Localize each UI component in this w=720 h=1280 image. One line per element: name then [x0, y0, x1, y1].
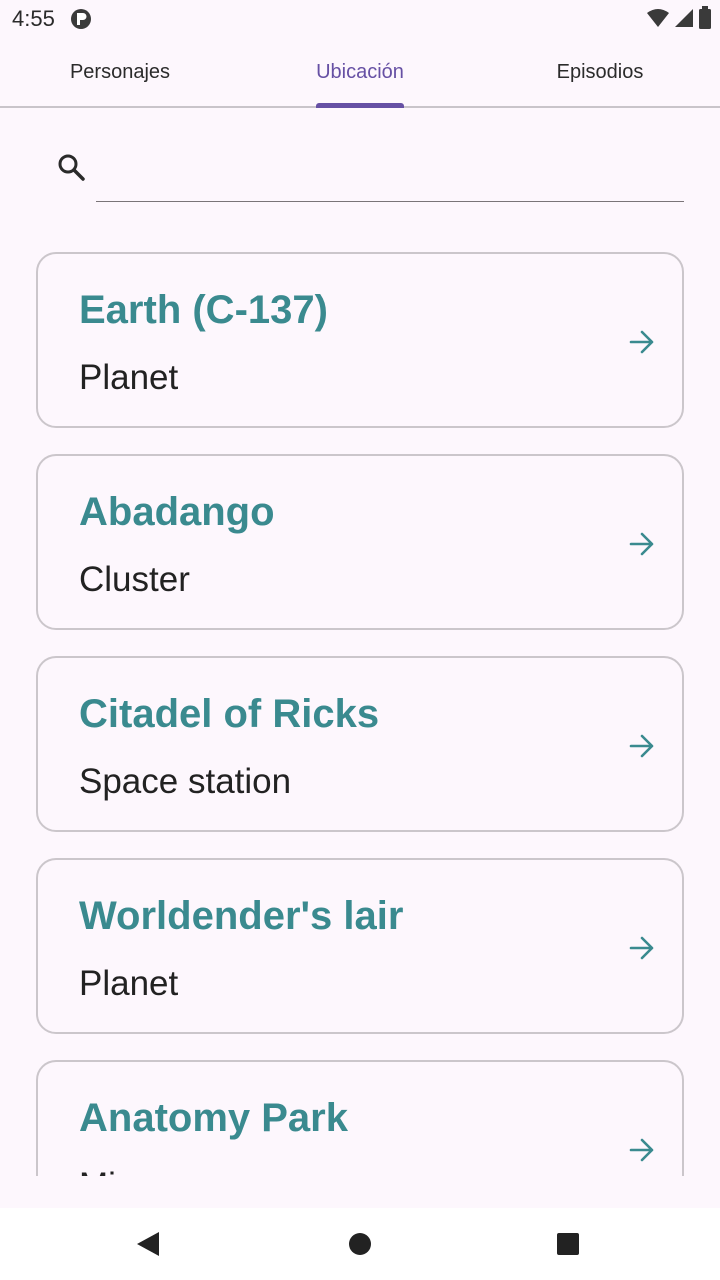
location-card[interactable]: Worldender's lair Planet	[36, 858, 684, 1034]
location-name: Worldender's lair	[79, 894, 404, 938]
tab-ubicacion[interactable]: Ubicación	[240, 40, 480, 108]
search-icon	[58, 154, 85, 181]
arrow-forward-icon	[629, 734, 654, 758]
screen: 4:55 Personajes Ubicación Episodios Eart…	[0, 0, 720, 1280]
tab-label: Ubicación	[316, 60, 404, 83]
tab-episodios[interactable]: Episodios	[480, 40, 720, 106]
signal-icon	[675, 9, 693, 27]
location-type: Planet	[79, 964, 179, 1003]
system-nav-bar	[0, 1208, 720, 1280]
location-type: Cluster	[79, 560, 190, 599]
app-notification-icon	[71, 9, 91, 29]
wifi-icon	[647, 9, 669, 27]
back-icon[interactable]	[132, 1228, 164, 1260]
recents-icon[interactable]	[552, 1228, 584, 1260]
home-icon[interactable]	[344, 1228, 376, 1260]
location-type: Mi	[79, 1166, 116, 1176]
location-list: Earth (C-137) Planet Abadango Cluster Ci…	[0, 230, 720, 1176]
arrow-forward-icon	[629, 936, 654, 960]
search-input[interactable]	[96, 140, 684, 202]
status-icons	[646, 6, 712, 30]
location-name: Anatomy Park	[79, 1096, 348, 1140]
location-name: Earth (C-137)	[79, 288, 328, 332]
tab-bar: Personajes Ubicación Episodios	[0, 40, 720, 108]
location-type: Space station	[79, 762, 292, 801]
location-type: Planet	[79, 358, 179, 397]
arrow-forward-icon	[629, 532, 654, 556]
status-time: 4:55	[12, 6, 55, 31]
tab-label: Personajes	[69, 60, 171, 83]
active-tab-indicator	[316, 103, 404, 108]
location-card[interactable]: Earth (C-137) Planet	[36, 252, 684, 428]
location-card[interactable]: Citadel of Ricks Space station	[36, 656, 684, 832]
arrow-forward-icon	[629, 1138, 654, 1162]
status-bar: 4:55	[0, 0, 720, 40]
tab-personajes[interactable]: Personajes	[0, 40, 240, 106]
location-name: Abadango	[79, 490, 275, 534]
location-card[interactable]: Anatomy Park Mi	[36, 1060, 684, 1176]
battery-icon	[699, 6, 711, 29]
arrow-forward-icon	[629, 330, 654, 354]
tab-label: Episodios	[556, 60, 644, 83]
location-name: Citadel of Ricks	[79, 692, 380, 736]
location-card[interactable]: Abadango Cluster	[36, 454, 684, 630]
